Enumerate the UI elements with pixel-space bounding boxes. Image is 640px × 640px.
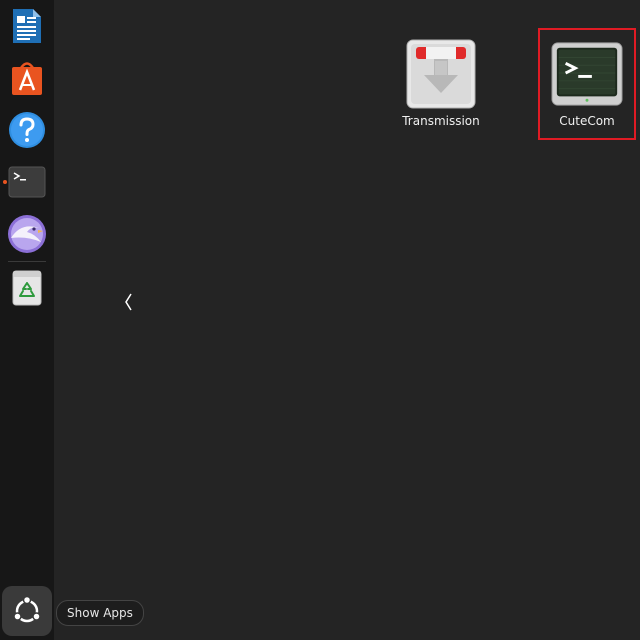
dock-item-writer[interactable] xyxy=(7,6,47,46)
desktop-screen: Show Apps Transmission CuteCom xyxy=(0,0,640,640)
app-icon-wrap xyxy=(405,38,477,110)
ubuntu-grid-icon xyxy=(13,595,41,623)
dock-item-browser[interactable] xyxy=(7,214,47,254)
show-apps-tooltip: Show Apps xyxy=(56,600,144,626)
transmission-icon xyxy=(406,39,476,109)
chevron-left-icon xyxy=(125,293,132,311)
dock xyxy=(0,0,54,640)
previous-page-arrow[interactable] xyxy=(120,290,136,314)
app-tile-cutecom[interactable]: CuteCom xyxy=(538,28,636,140)
dock-item-app-center[interactable] xyxy=(7,58,47,98)
writer-document-icon xyxy=(13,9,41,43)
dock-separator xyxy=(8,261,46,262)
app-icon-wrap xyxy=(551,38,623,110)
show-apps-button[interactable] xyxy=(2,586,52,636)
app-center-icon xyxy=(12,62,42,95)
app-label: CuteCom xyxy=(559,114,615,128)
trash-icon xyxy=(12,270,42,306)
help-icon xyxy=(9,112,45,148)
app-label: Transmission xyxy=(402,114,480,128)
browser-bird-icon xyxy=(8,215,46,253)
dock-item-help[interactable] xyxy=(7,110,47,150)
app-tile-transmission[interactable]: Transmission xyxy=(393,32,489,132)
dock-item-terminal[interactable] xyxy=(7,162,47,202)
dock-item-trash[interactable] xyxy=(7,268,47,308)
cutecom-terminal-icon xyxy=(551,42,623,106)
terminal-icon xyxy=(8,166,46,198)
